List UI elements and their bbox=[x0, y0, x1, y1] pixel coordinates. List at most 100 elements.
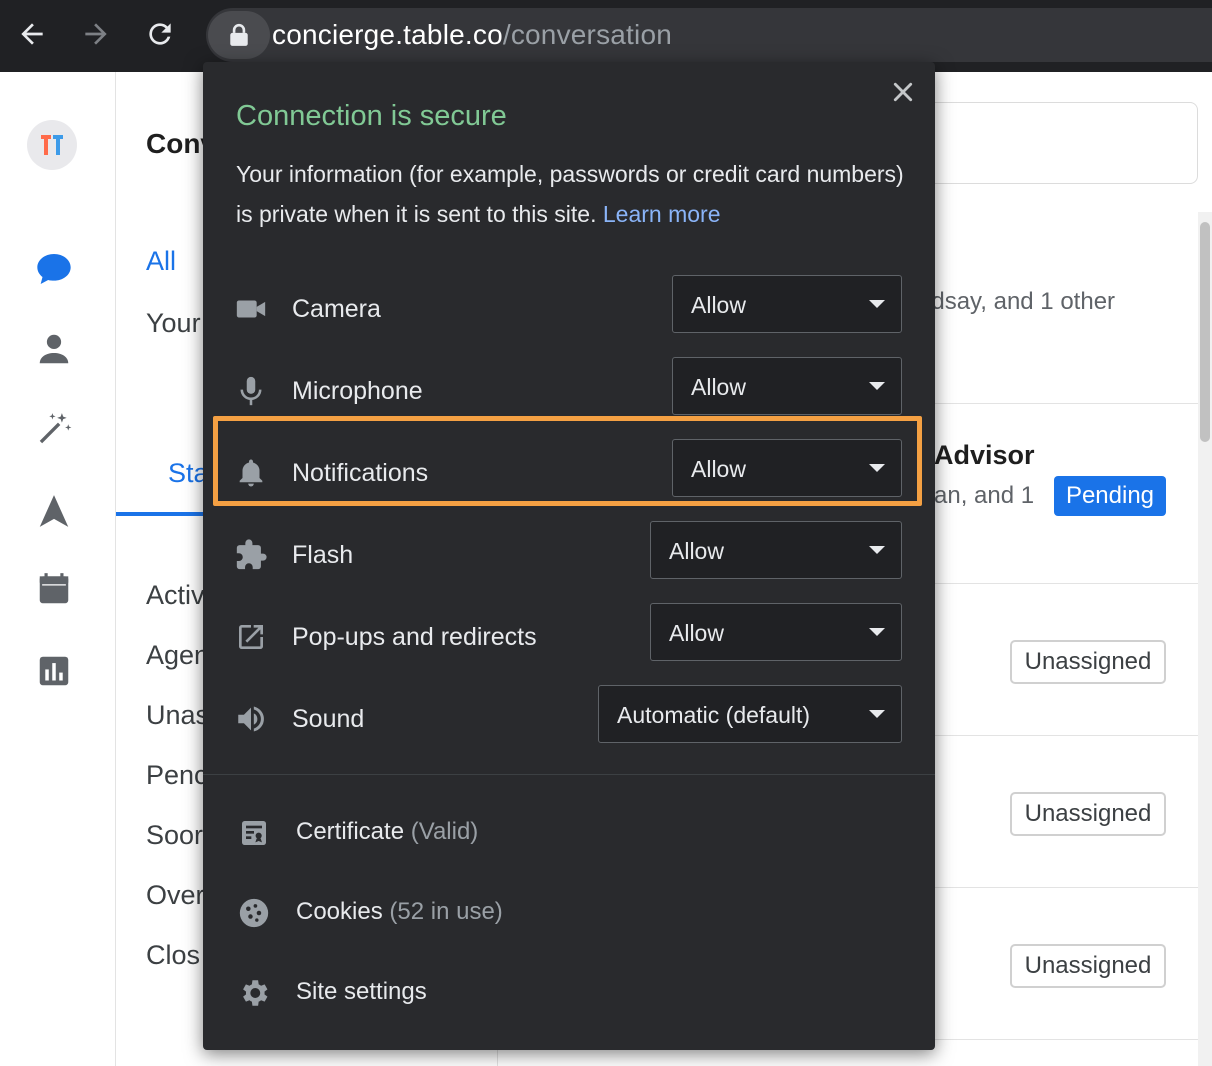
site-info-button[interactable] bbox=[208, 11, 270, 59]
popups-permission-select[interactable]: Allow bbox=[650, 603, 902, 661]
forward-arrow-icon bbox=[85, 23, 107, 45]
table-logo-icon bbox=[41, 135, 63, 155]
popup-divider bbox=[203, 774, 935, 775]
connection-description-text: Your information (for example, passwords… bbox=[236, 161, 904, 227]
status-item-agent[interactable]: Agen bbox=[146, 640, 209, 671]
notifications-permission-select[interactable]: Allow bbox=[672, 439, 902, 497]
url-text[interactable]: concierge.table.co/conversation bbox=[272, 18, 672, 52]
site-settings-label: Site settings bbox=[296, 978, 427, 1005]
back-arrow-icon bbox=[21, 23, 43, 45]
certificate-label: Certificate (Valid) bbox=[296, 815, 478, 849]
select-value: Automatic (default) bbox=[617, 702, 811, 728]
certificate-label-text: Certificate bbox=[296, 818, 405, 845]
certificate-icon bbox=[233, 812, 275, 854]
conversation-snippet: an, and 1 bbox=[934, 482, 1035, 509]
status-item-overdue[interactable]: Over bbox=[146, 880, 205, 911]
cookies-item[interactable]: Cookies (52 in use) bbox=[203, 877, 935, 947]
dropdown-caret-icon bbox=[869, 382, 885, 390]
certificate-status: (Valid) bbox=[410, 818, 479, 845]
permission-camera: Camera Allow bbox=[203, 268, 935, 350]
dropdown-caret-icon bbox=[869, 546, 885, 554]
cookies-label-text: Cookies bbox=[296, 898, 383, 925]
nav-send[interactable] bbox=[33, 490, 75, 532]
list-scrollbar-thumb[interactable] bbox=[1200, 222, 1210, 442]
filter-your[interactable]: Your bbox=[146, 308, 201, 339]
sound-permission-select[interactable]: Automatic (default) bbox=[598, 685, 902, 743]
connection-description: Your information (for example, passwords… bbox=[236, 154, 916, 234]
url-host: concierge.table.co bbox=[272, 19, 503, 50]
status-item-pending[interactable]: Penc bbox=[146, 760, 208, 791]
forward-button[interactable] bbox=[76, 14, 116, 54]
permission-notifications: Notifications Allow bbox=[203, 432, 935, 514]
permission-sound: Sound Automatic (default) bbox=[203, 678, 935, 760]
status-badge-pending: Pending bbox=[1054, 476, 1166, 516]
nav-conversations[interactable] bbox=[33, 248, 75, 290]
select-value: Allow bbox=[691, 374, 746, 400]
status-badge-unassigned: Unassigned bbox=[1010, 640, 1166, 684]
magic-wand-icon bbox=[39, 413, 72, 444]
close-button[interactable] bbox=[887, 76, 919, 108]
camera-permission-select[interactable]: Allow bbox=[672, 275, 902, 333]
flash-permission-select[interactable]: Allow bbox=[650, 521, 902, 579]
connection-status-title: Connection is secure bbox=[236, 100, 507, 132]
chat-bubble-icon bbox=[37, 254, 71, 284]
dropdown-caret-icon bbox=[869, 710, 885, 718]
permission-label: Flash bbox=[292, 541, 354, 569]
microphone-permission-select[interactable]: Allow bbox=[672, 357, 902, 415]
permission-label: Microphone bbox=[292, 377, 423, 405]
microphone-icon bbox=[231, 371, 271, 411]
nav-analytics[interactable] bbox=[33, 650, 75, 692]
filter-all[interactable]: All bbox=[146, 246, 176, 277]
learn-more-link[interactable]: Learn more bbox=[603, 201, 721, 227]
select-value: Allow bbox=[691, 456, 746, 482]
select-value: Allow bbox=[669, 620, 724, 646]
dropdown-caret-icon bbox=[869, 300, 885, 308]
site-info-popup: Connection is secure Your information (f… bbox=[203, 62, 935, 1050]
navigation-arrow-icon bbox=[39, 495, 69, 527]
conversation-snippet: ndsay, and 1 other bbox=[918, 288, 1116, 315]
calendar-icon bbox=[39, 573, 69, 604]
status-item-closed[interactable]: Clos bbox=[146, 940, 200, 971]
certificate-item[interactable]: Certificate (Valid) bbox=[203, 797, 935, 867]
app-nav-rail bbox=[0, 72, 116, 1066]
person-icon bbox=[39, 334, 69, 364]
bell-icon bbox=[231, 453, 271, 493]
camera-icon bbox=[231, 289, 271, 329]
conversation-title: Advisor bbox=[934, 440, 1035, 470]
bar-chart-icon bbox=[39, 656, 69, 686]
status-badge-unassigned: Unassigned bbox=[1010, 944, 1166, 988]
select-value: Allow bbox=[669, 538, 724, 564]
url-path: /conversation bbox=[502, 19, 672, 50]
site-settings-item[interactable]: Site settings bbox=[203, 957, 935, 1027]
reload-button[interactable] bbox=[140, 14, 180, 54]
permission-flash: Flash Allow bbox=[203, 514, 935, 596]
status-item-active[interactable]: Activ bbox=[146, 580, 205, 611]
nav-magic[interactable] bbox=[33, 408, 75, 450]
lock-icon bbox=[230, 23, 248, 46]
nav-calendar[interactable] bbox=[33, 568, 75, 610]
puzzle-icon bbox=[231, 535, 271, 575]
select-value: Allow bbox=[691, 292, 746, 318]
gear-icon bbox=[233, 972, 275, 1014]
permission-label: Pop-ups and redirects bbox=[292, 623, 537, 651]
back-button[interactable] bbox=[12, 14, 52, 54]
dropdown-caret-icon bbox=[869, 628, 885, 636]
permission-label: Sound bbox=[292, 705, 365, 733]
speaker-icon bbox=[231, 699, 271, 739]
status-badge-unassigned: Unassigned bbox=[1010, 792, 1166, 836]
permission-popups: Pop-ups and redirects Allow bbox=[203, 596, 935, 678]
cookies-label: Cookies (52 in use) bbox=[296, 895, 503, 929]
permission-label: Notifications bbox=[292, 459, 429, 487]
status-item-unassigned[interactable]: Unas bbox=[146, 700, 209, 731]
dropdown-caret-icon bbox=[869, 464, 885, 472]
close-icon bbox=[893, 82, 913, 102]
cookies-count: (52 in use) bbox=[389, 898, 503, 925]
reload-icon bbox=[149, 23, 171, 45]
nav-contacts[interactable] bbox=[33, 328, 75, 370]
app-logo[interactable] bbox=[27, 120, 77, 170]
external-link-icon bbox=[231, 617, 271, 657]
permission-microphone: Microphone Allow bbox=[203, 350, 935, 432]
status-item-soon[interactable]: Soor bbox=[146, 820, 203, 851]
cookie-icon bbox=[233, 892, 275, 934]
permission-label: Camera bbox=[292, 295, 381, 323]
